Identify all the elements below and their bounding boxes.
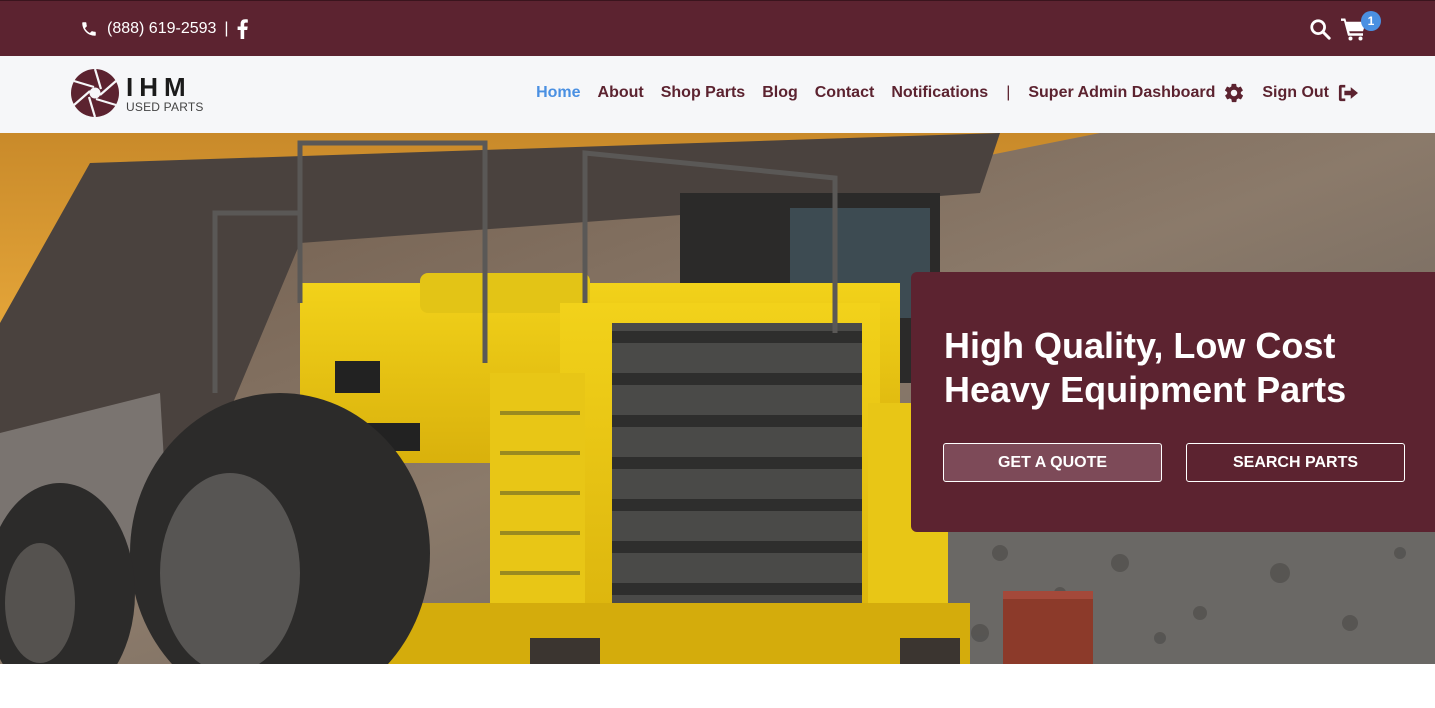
hero-cta-panel: High Quality, Low Cost Heavy Equipment P… [911, 272, 1435, 532]
nav-super-admin-dashboard[interactable]: Super Admin Dashboard [1028, 82, 1245, 104]
topbar-actions: 1 [1309, 11, 1381, 43]
nav-blog[interactable]: Blog [762, 84, 798, 102]
nav-sign-out-label: Sign Out [1262, 84, 1329, 101]
hero-banner: High Quality, Low Cost Heavy Equipment P… [0, 133, 1435, 664]
logo-aperture-icon [70, 68, 120, 118]
logo[interactable]: IHM USED PARTS [70, 68, 204, 118]
nav-divider: | [1006, 84, 1011, 101]
top-bar: (888) 619-2593 | 1 [0, 0, 1435, 56]
nav-super-admin-label: Super Admin Dashboard [1028, 84, 1216, 101]
gear-icon [1225, 83, 1244, 103]
nav-contact[interactable]: Contact [815, 84, 875, 102]
contact-info: (888) 619-2593 | [80, 18, 248, 40]
topbar-separator: | [224, 20, 229, 37]
nav-notifications[interactable]: Notifications [891, 84, 988, 102]
phone-icon [80, 20, 98, 38]
nav-home[interactable]: Home [536, 84, 580, 102]
nav-sign-out[interactable]: Sign Out [1262, 83, 1359, 103]
nav-menu: Home About Shop Parts Blog Contact Notif… [536, 82, 1359, 104]
search-icon[interactable] [1309, 18, 1331, 40]
logo-title: IHM [126, 71, 192, 102]
phone-number[interactable]: (888) 619-2593 [107, 20, 216, 38]
nav-shop-parts[interactable]: Shop Parts [661, 84, 745, 102]
sign-out-icon [1338, 84, 1358, 102]
cart-count-badge: 1 [1361, 11, 1381, 31]
get-a-quote-button[interactable]: Get a Quote [943, 443, 1162, 482]
logo-wordmark: IHM USED PARTS [126, 74, 204, 113]
nav-about[interactable]: About [598, 84, 644, 102]
hero-headline: High Quality, Low Cost Heavy Equipment P… [944, 325, 1347, 410]
main-navbar: IHM USED PARTS Home About Shop Parts Blo… [0, 56, 1435, 133]
cart-button[interactable]: 1 [1341, 11, 1381, 41]
logo-subtitle: USED PARTS [126, 99, 204, 114]
search-parts-button[interactable]: Search Parts [1186, 443, 1405, 482]
facebook-icon[interactable] [237, 19, 248, 39]
